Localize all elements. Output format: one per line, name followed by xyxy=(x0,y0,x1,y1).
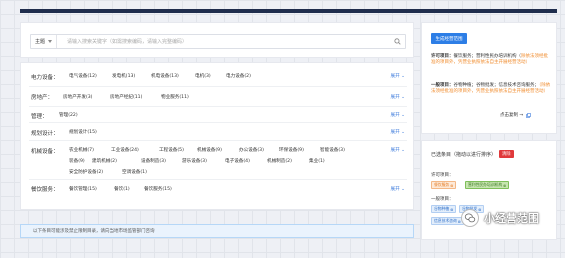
watermark: 小经营范围 xyxy=(461,209,539,227)
category-item[interactable]: 电力设备(2) xyxy=(226,73,251,79)
selected-tag[interactable]: 营利性民办培训机构 ⊗ xyxy=(465,181,510,189)
tag-label: 谷物种植 xyxy=(434,206,450,211)
search-scope-label: 主题 xyxy=(35,39,46,45)
expand-label: 展开 xyxy=(390,148,400,153)
row-divider xyxy=(29,86,407,87)
expand-link[interactable]: 展开 ⌄ xyxy=(390,186,405,192)
search-box: 主题 xyxy=(30,34,406,49)
expand-link[interactable]: 展开 ⌄ xyxy=(390,73,405,79)
category-item[interactable]: 集业(1) xyxy=(309,158,325,164)
category-item[interactable]: 餐饮管理(15) xyxy=(69,186,97,192)
category-title: 规划设计： xyxy=(31,131,59,137)
category-title: 餐饮服务： xyxy=(31,187,59,193)
category-item[interactable]: 安全防护设备(2) xyxy=(69,169,103,175)
close-icon[interactable]: ⊗ xyxy=(503,183,506,188)
general-label: 一般项目： xyxy=(431,83,454,88)
category-title: 管理： xyxy=(31,114,48,120)
licensed-label: 许可项目： xyxy=(431,54,454,59)
chevron-down-icon xyxy=(48,40,53,43)
search-icon xyxy=(393,38,401,45)
category-title: 电力设备： xyxy=(31,75,59,81)
expand-label: 展开 xyxy=(390,74,400,79)
clear-button[interactable]: 清除 xyxy=(499,150,514,158)
category-item[interactable]: 发电机(13) xyxy=(112,73,135,79)
row-divider xyxy=(29,122,407,123)
expand-link[interactable]: 展开 ⌄ xyxy=(390,129,405,135)
expand-label: 展开 xyxy=(390,95,400,100)
category-item[interactable]: 规划设计(15) xyxy=(69,129,97,135)
expand-link[interactable]: 展开 ⌄ xyxy=(390,112,405,118)
close-icon[interactable]: ⊗ xyxy=(450,183,453,188)
search-scope-select[interactable]: 主题 xyxy=(31,35,57,48)
selected-title: 已选条目（拖动以进行排序） xyxy=(431,151,497,158)
expand-label: 展开 xyxy=(390,187,400,192)
search-button[interactable] xyxy=(389,35,405,48)
category-item[interactable]: 房地产经纪(11) xyxy=(110,94,142,100)
category-item[interactable]: 餐饮服务(15) xyxy=(144,186,172,192)
tag-label: 营利性民办培训机构 xyxy=(468,182,503,187)
category-item[interactable]: 机电设备(13) xyxy=(151,73,179,79)
notice-bar: 以下条目可能涉及禁止限制目录，请向当地市场监管部门咨询 xyxy=(20,224,414,238)
copy-button[interactable]: 点击复制 → xyxy=(500,112,532,118)
close-icon[interactable]: ⊗ xyxy=(450,207,453,212)
selected-general-label: 一般项目： xyxy=(431,197,454,202)
category-item[interactable]: 机械制造(2) xyxy=(267,158,292,164)
category-item[interactable]: 建筑机械(2) xyxy=(92,158,117,164)
expand-label: 展开 xyxy=(390,130,400,135)
category-item[interactable]: 设备制造(3) xyxy=(141,158,166,164)
expand-link[interactable]: 展开 ⌄ xyxy=(390,94,405,100)
copy-icon xyxy=(526,112,532,118)
expand-label: 展开 xyxy=(390,113,400,118)
category-item[interactable]: 环保设备(9) xyxy=(279,147,304,153)
category-item[interactable]: 游乐设备(3) xyxy=(182,158,207,164)
category-item[interactable]: 物业服务(11) xyxy=(161,94,189,100)
category-item[interactable]: 空调设备(1) xyxy=(122,169,147,175)
row-divider xyxy=(29,140,407,141)
selected-tag[interactable]: 餐饮服务 ⊗ xyxy=(431,181,457,189)
category-title: 房地产： xyxy=(31,95,54,101)
selected-header: 已选条目（拖动以进行排序） 清除 xyxy=(431,150,549,158)
general-text: 谷物种植；谷物批发；信息技术咨询服务； xyxy=(453,83,540,88)
category-item[interactable]: 机械设备(9) xyxy=(197,147,222,153)
licensed-description: 许可项目：餐饮服务；营利性民办培训机构（除依法须经批准的项目外，凭营业执照依法自… xyxy=(431,54,551,66)
general-description: 一般项目：谷物种植；谷物批发；信息技术咨询服务；（除依法须经批准的项目外，凭营业… xyxy=(431,83,551,95)
tag-label: 信息技术咨询 xyxy=(434,218,457,223)
top-bar xyxy=(20,9,557,13)
watermark-text: 小经营范围 xyxy=(484,212,539,225)
category-title: 机械设备： xyxy=(31,149,59,155)
category-item[interactable]: 管理(22) xyxy=(59,112,78,118)
category-item[interactable]: 办公设备(3) xyxy=(239,147,264,153)
licensed-text: 餐饮服务；营利性民办培训机构（ xyxy=(453,54,522,59)
category-item[interactable]: 智能设备(3) xyxy=(320,147,345,153)
category-panel: 电力设备： 电气设备(12) 发电机(13) 机电设备(13) 电机(3) 电力… xyxy=(20,62,414,210)
category-item[interactable]: 房地产开发(3) xyxy=(63,94,92,100)
category-item[interactable]: 工业设备(24) xyxy=(111,147,139,153)
search-input[interactable] xyxy=(57,35,389,48)
selected-tag[interactable]: 信息技术咨询 ⊗ xyxy=(431,217,464,225)
row-divider xyxy=(29,106,407,107)
selected-licensed-label: 许可项目： xyxy=(431,173,454,178)
copy-label: 点击复制 → xyxy=(500,113,524,118)
expand-link[interactable]: 展开 ⌄ xyxy=(390,147,405,153)
result-panel: 生成经营范围 许可项目：餐饮服务；营利性民办培训机构（除依法须经批准的项目外，凭… xyxy=(421,22,557,134)
category-item[interactable]: 装备(9) xyxy=(69,158,85,164)
generate-button[interactable]: 生成经营范围 xyxy=(431,33,467,44)
category-item[interactable]: 电机(3) xyxy=(195,73,211,79)
category-item[interactable]: 电气设备(12) xyxy=(69,73,97,79)
category-item[interactable]: 农业机械(7) xyxy=(69,147,94,153)
selected-tag[interactable]: 谷物种植 ⊗ xyxy=(431,205,457,213)
category-item[interactable]: 电子设备(4) xyxy=(225,158,250,164)
category-item[interactable]: 餐饮(1) xyxy=(114,186,130,192)
notice-text: 以下条目可能涉及禁止限制目录，请向当地市场监管部门咨询 xyxy=(33,229,155,234)
row-divider xyxy=(29,179,407,180)
category-item[interactable]: 工程设备(5) xyxy=(159,147,184,153)
search-panel: 主题 xyxy=(20,22,414,58)
tag-label: 餐饮服务 xyxy=(434,182,450,187)
wechat-logo-icon xyxy=(461,209,479,227)
